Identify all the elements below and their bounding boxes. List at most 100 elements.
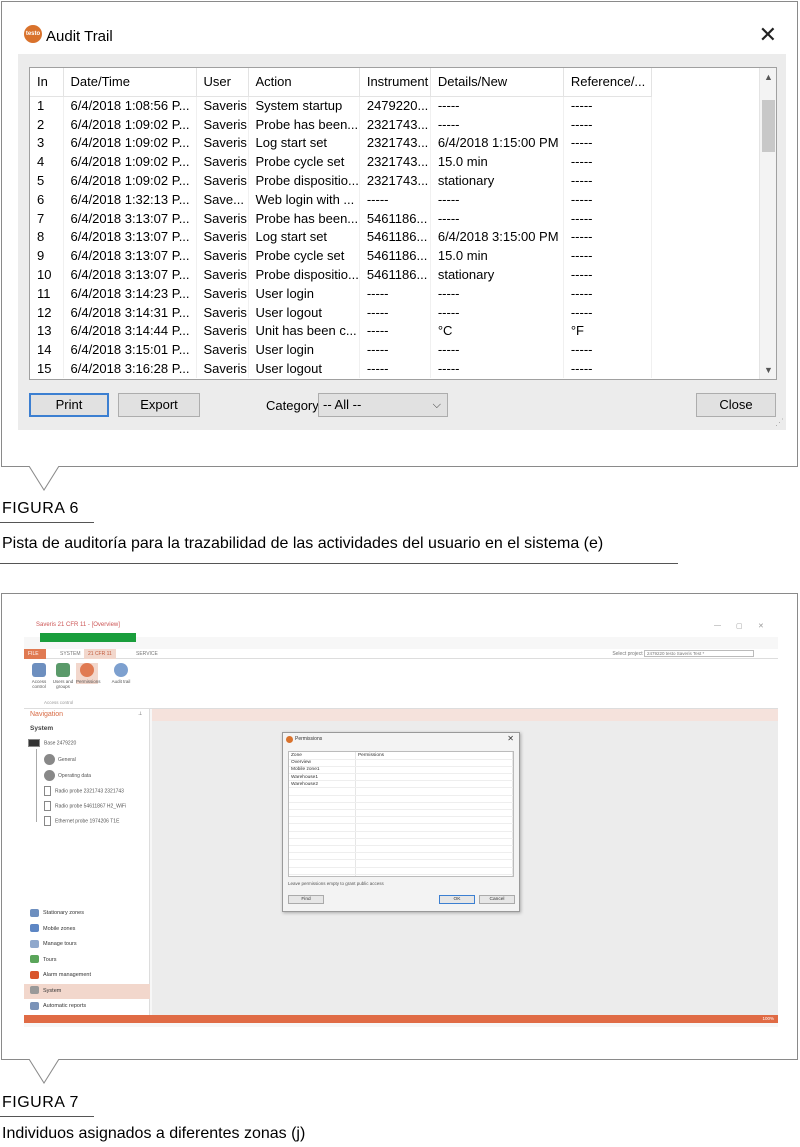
permission-cell[interactable] xyxy=(355,852,513,861)
table-row[interactable] xyxy=(289,795,513,803)
table-row[interactable]: 9 6/4/2018 3:13:07 P... Saveris Probe cycle… xyxy=(30,246,652,266)
column-header[interactable]: Details/New xyxy=(430,68,564,97)
nav-item-alarm-management[interactable]: Alarm management xyxy=(24,968,150,984)
table-row[interactable]: 1 6/4/2018 1:08:56 P... Saveris System star… xyxy=(30,96,652,115)
permission-cell[interactable] xyxy=(355,816,513,825)
permission-cell[interactable] xyxy=(355,867,513,875)
table-row[interactable]: 5 6/4/2018 1:09:02 P... Saveris Probe dispo… xyxy=(30,171,652,190)
nav-item-manage-tours[interactable]: Manage tours xyxy=(24,937,150,953)
tree-item-operating-data[interactable]: Operating data xyxy=(44,770,91,781)
table-row[interactable] xyxy=(289,874,513,876)
nav-item-stationary-zones[interactable]: Stationary zones xyxy=(24,906,150,922)
restore-icon[interactable]: ▢ xyxy=(736,622,743,630)
column-header[interactable]: Permissions xyxy=(355,752,513,760)
close-icon[interactable]: ✕ xyxy=(758,622,764,630)
nav-item-tours[interactable]: Tours xyxy=(24,953,150,969)
table-row[interactable]: 8 6/4/2018 3:13:07 P... Saveris Log start s… xyxy=(30,227,652,247)
minimize-icon[interactable]: — xyxy=(714,622,721,629)
table-row[interactable]: 15 6/4/2018 3:16:28 P... Saveris User logou… xyxy=(30,359,652,378)
table-row[interactable] xyxy=(289,845,513,854)
tree-item-base[interactable]: Base 2479220 xyxy=(28,739,76,747)
tree-item-general[interactable]: General xyxy=(44,754,76,765)
table-row[interactable] xyxy=(289,838,513,846)
zoom-level[interactable]: 100% xyxy=(762,1015,774,1023)
table-row[interactable] xyxy=(289,867,513,875)
table-row[interactable]: 14 6/4/2018 3:15:01 P... Saveris User login… xyxy=(30,340,652,360)
table-row[interactable]: 11 6/4/2018 3:14:23 P... Saveris User login… xyxy=(30,283,652,303)
permission-cell[interactable] xyxy=(355,766,513,775)
nav-item-automatic-reports[interactable]: Automatic reports xyxy=(24,999,150,1015)
permission-cell[interactable] xyxy=(355,874,513,876)
project-select[interactable]: 2479220 testo Saveris Test * xyxy=(644,650,754,657)
tab-service[interactable]: SERVICE xyxy=(132,649,162,659)
table-row[interactable]: 10 6/4/2018 3:13:07 P... Saveris Probe disp… xyxy=(30,265,652,284)
cancel-button[interactable]: Cancel xyxy=(479,895,515,904)
table-row[interactable] xyxy=(289,859,513,868)
column-header[interactable]: Reference/... xyxy=(563,68,652,97)
export-button[interactable]: Export xyxy=(118,393,200,417)
project-selector[interactable]: Select project 2479220 testo Saveris Tes… xyxy=(612,650,754,657)
vertical-scrollbar[interactable]: ▲ ▼ xyxy=(759,68,776,379)
table-row[interactable]: Overview xyxy=(289,759,513,767)
column-header[interactable]: User xyxy=(196,68,249,97)
close-button[interactable]: Close xyxy=(696,393,776,417)
permission-cell[interactable] xyxy=(355,759,513,767)
table-row[interactable] xyxy=(289,787,513,796)
close-icon[interactable]: ✕ xyxy=(759,22,777,48)
permission-cell[interactable] xyxy=(355,795,513,803)
table-row[interactable]: Warehouse2 xyxy=(289,780,513,789)
table-row[interactable] xyxy=(289,831,513,839)
audit-table[interactable]: In Date/Time User Action Instrument Deta… xyxy=(29,67,777,380)
permission-cell[interactable] xyxy=(355,802,513,811)
column-header[interactable]: Instrument xyxy=(359,68,431,97)
table-row[interactable]: 7 6/4/2018 3:13:07 P... Saveris Probe has b… xyxy=(30,208,652,228)
close-icon[interactable]: ✕ xyxy=(507,734,514,743)
table-row[interactable] xyxy=(289,802,513,811)
nav-item-system[interactable]: System xyxy=(24,983,150,999)
table-row[interactable]: Warehouse1 xyxy=(289,773,513,782)
permissions-table[interactable]: Zone Permissions Overview Mobile zone1 War… xyxy=(288,751,514,877)
table-row[interactable]: 6 6/4/2018 1:32:13 P... Save... Web login w… xyxy=(30,189,652,209)
tree-item-radio-probe-2[interactable]: Radio probe 54611867 H2_WiFi xyxy=(44,801,126,811)
table-row[interactable]: 4 6/4/2018 1:09:02 P... Saveris Probe cycle… xyxy=(30,152,652,172)
access-control-button[interactable]: Access control xyxy=(28,663,50,689)
scroll-thumb[interactable] xyxy=(762,100,775,152)
permission-cell[interactable] xyxy=(355,787,513,796)
tree-item-radio-probe-1[interactable]: Radio probe 2321743 2321743 xyxy=(44,786,124,796)
permission-cell[interactable] xyxy=(355,823,513,832)
table-row[interactable] xyxy=(289,809,513,818)
permissions-button[interactable]: Permissions xyxy=(76,663,101,684)
permission-cell[interactable] xyxy=(355,859,513,868)
column-header[interactable]: In xyxy=(30,68,64,97)
permission-cell[interactable] xyxy=(355,831,513,839)
table-row[interactable] xyxy=(289,816,513,825)
tab-file[interactable]: FILE xyxy=(24,649,46,659)
print-button[interactable]: Print xyxy=(29,393,109,417)
tab-system[interactable]: SYSTEM xyxy=(56,649,85,659)
permission-cell[interactable] xyxy=(355,838,513,846)
resize-grip-icon[interactable]: ⋰ xyxy=(775,417,784,428)
nav-item-mobile-zones[interactable]: Mobile zones xyxy=(24,922,150,938)
tree-item-ethernet-probe[interactable]: Ethernet probe 1974206 T1E xyxy=(44,816,119,826)
permission-cell[interactable] xyxy=(355,809,513,818)
pin-icon[interactable]: ⊥ xyxy=(138,711,142,717)
scroll-down-icon[interactable]: ▼ xyxy=(764,365,773,375)
table-row[interactable]: 13 6/4/2018 3:14:44 P... Saveris Unit has b… xyxy=(30,321,652,341)
scroll-up-icon[interactable]: ▲ xyxy=(764,72,773,82)
column-header[interactable]: Date/Time xyxy=(63,68,197,97)
permission-cell[interactable] xyxy=(355,773,513,782)
permission-cell[interactable] xyxy=(355,780,513,789)
tab-21-cfr-11[interactable]: 21 CFR 11 xyxy=(84,649,116,659)
table-row[interactable]: 3 6/4/2018 1:09:02 P... Saveris Log start s… xyxy=(30,133,652,153)
table-row[interactable]: 2 6/4/2018 1:09:02 P... Saveris Probe has b… xyxy=(30,114,652,134)
users-groups-button[interactable]: Users and groups xyxy=(52,663,74,689)
table-row[interactable] xyxy=(289,823,513,832)
audit-trail-button[interactable]: Audit trail xyxy=(110,663,132,684)
ok-button[interactable]: OK xyxy=(439,895,475,904)
find-button[interactable]: Find xyxy=(288,895,324,904)
permission-cell[interactable] xyxy=(355,845,513,854)
table-row[interactable]: Mobile zone1 xyxy=(289,766,513,775)
category-select[interactable]: -- All -- ⌵ xyxy=(318,393,448,417)
column-header[interactable]: Zone xyxy=(289,752,356,760)
table-row[interactable] xyxy=(289,852,513,861)
